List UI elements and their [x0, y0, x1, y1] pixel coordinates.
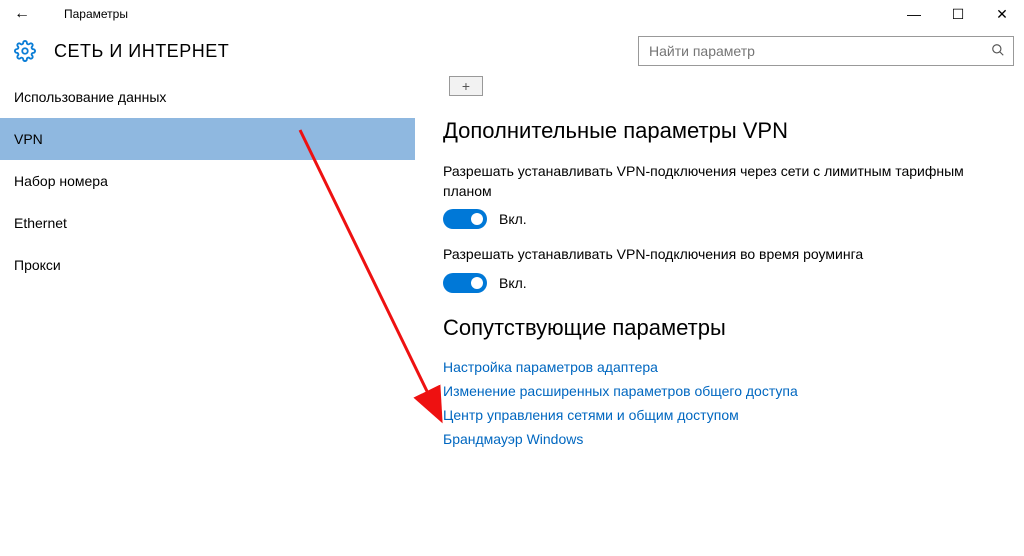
back-button[interactable]: ←: [10, 5, 34, 23]
settings-gear-icon: [14, 40, 36, 62]
section-advanced-title: Дополнительные параметры VPN: [443, 118, 1014, 144]
add-vpn-button[interactable]: +: [449, 76, 483, 96]
option-metered-label: Разрешать устанавливать VPN-подключения …: [443, 162, 1014, 201]
page-title: СЕТЬ И ИНТЕРНЕТ: [54, 41, 229, 62]
link-network-center[interactable]: Центр управления сетями и общим доступом: [443, 407, 1014, 423]
option-roaming-label: Разрешать устанавливать VPN-подключения …: [443, 245, 1014, 265]
toggle-roaming-state: Вкл.: [499, 275, 527, 291]
link-advanced-sharing[interactable]: Изменение расширенных параметров общего …: [443, 383, 1014, 399]
main-content: + Дополнительные параметры VPN Разрешать…: [415, 76, 1024, 556]
maximize-button[interactable]: ☐: [936, 0, 980, 28]
toggle-metered-state: Вкл.: [499, 211, 527, 227]
link-adapter-settings[interactable]: Настройка параметров адаптера: [443, 359, 1014, 375]
sidebar-item-proxy[interactable]: Прокси: [0, 244, 415, 286]
sidebar: Использование данных VPN Набор номера Et…: [0, 76, 415, 556]
search-icon: [991, 43, 1005, 60]
toggle-roaming[interactable]: [443, 273, 487, 293]
sidebar-item-vpn[interactable]: VPN: [0, 118, 415, 160]
sidebar-item-ethernet[interactable]: Ethernet: [0, 202, 415, 244]
sidebar-item-data-usage[interactable]: Использование данных: [0, 76, 415, 118]
minimize-button[interactable]: —: [892, 0, 936, 28]
section-related-title: Сопутствующие параметры: [443, 315, 1014, 341]
search-input[interactable]: [647, 42, 991, 60]
window-title: Параметры: [64, 7, 892, 21]
sidebar-item-dialup[interactable]: Набор номера: [0, 160, 415, 202]
link-firewall[interactable]: Брандмауэр Windows: [443, 431, 1014, 447]
close-button[interactable]: ✕: [980, 0, 1024, 28]
search-box[interactable]: [638, 36, 1014, 66]
toggle-metered[interactable]: [443, 209, 487, 229]
